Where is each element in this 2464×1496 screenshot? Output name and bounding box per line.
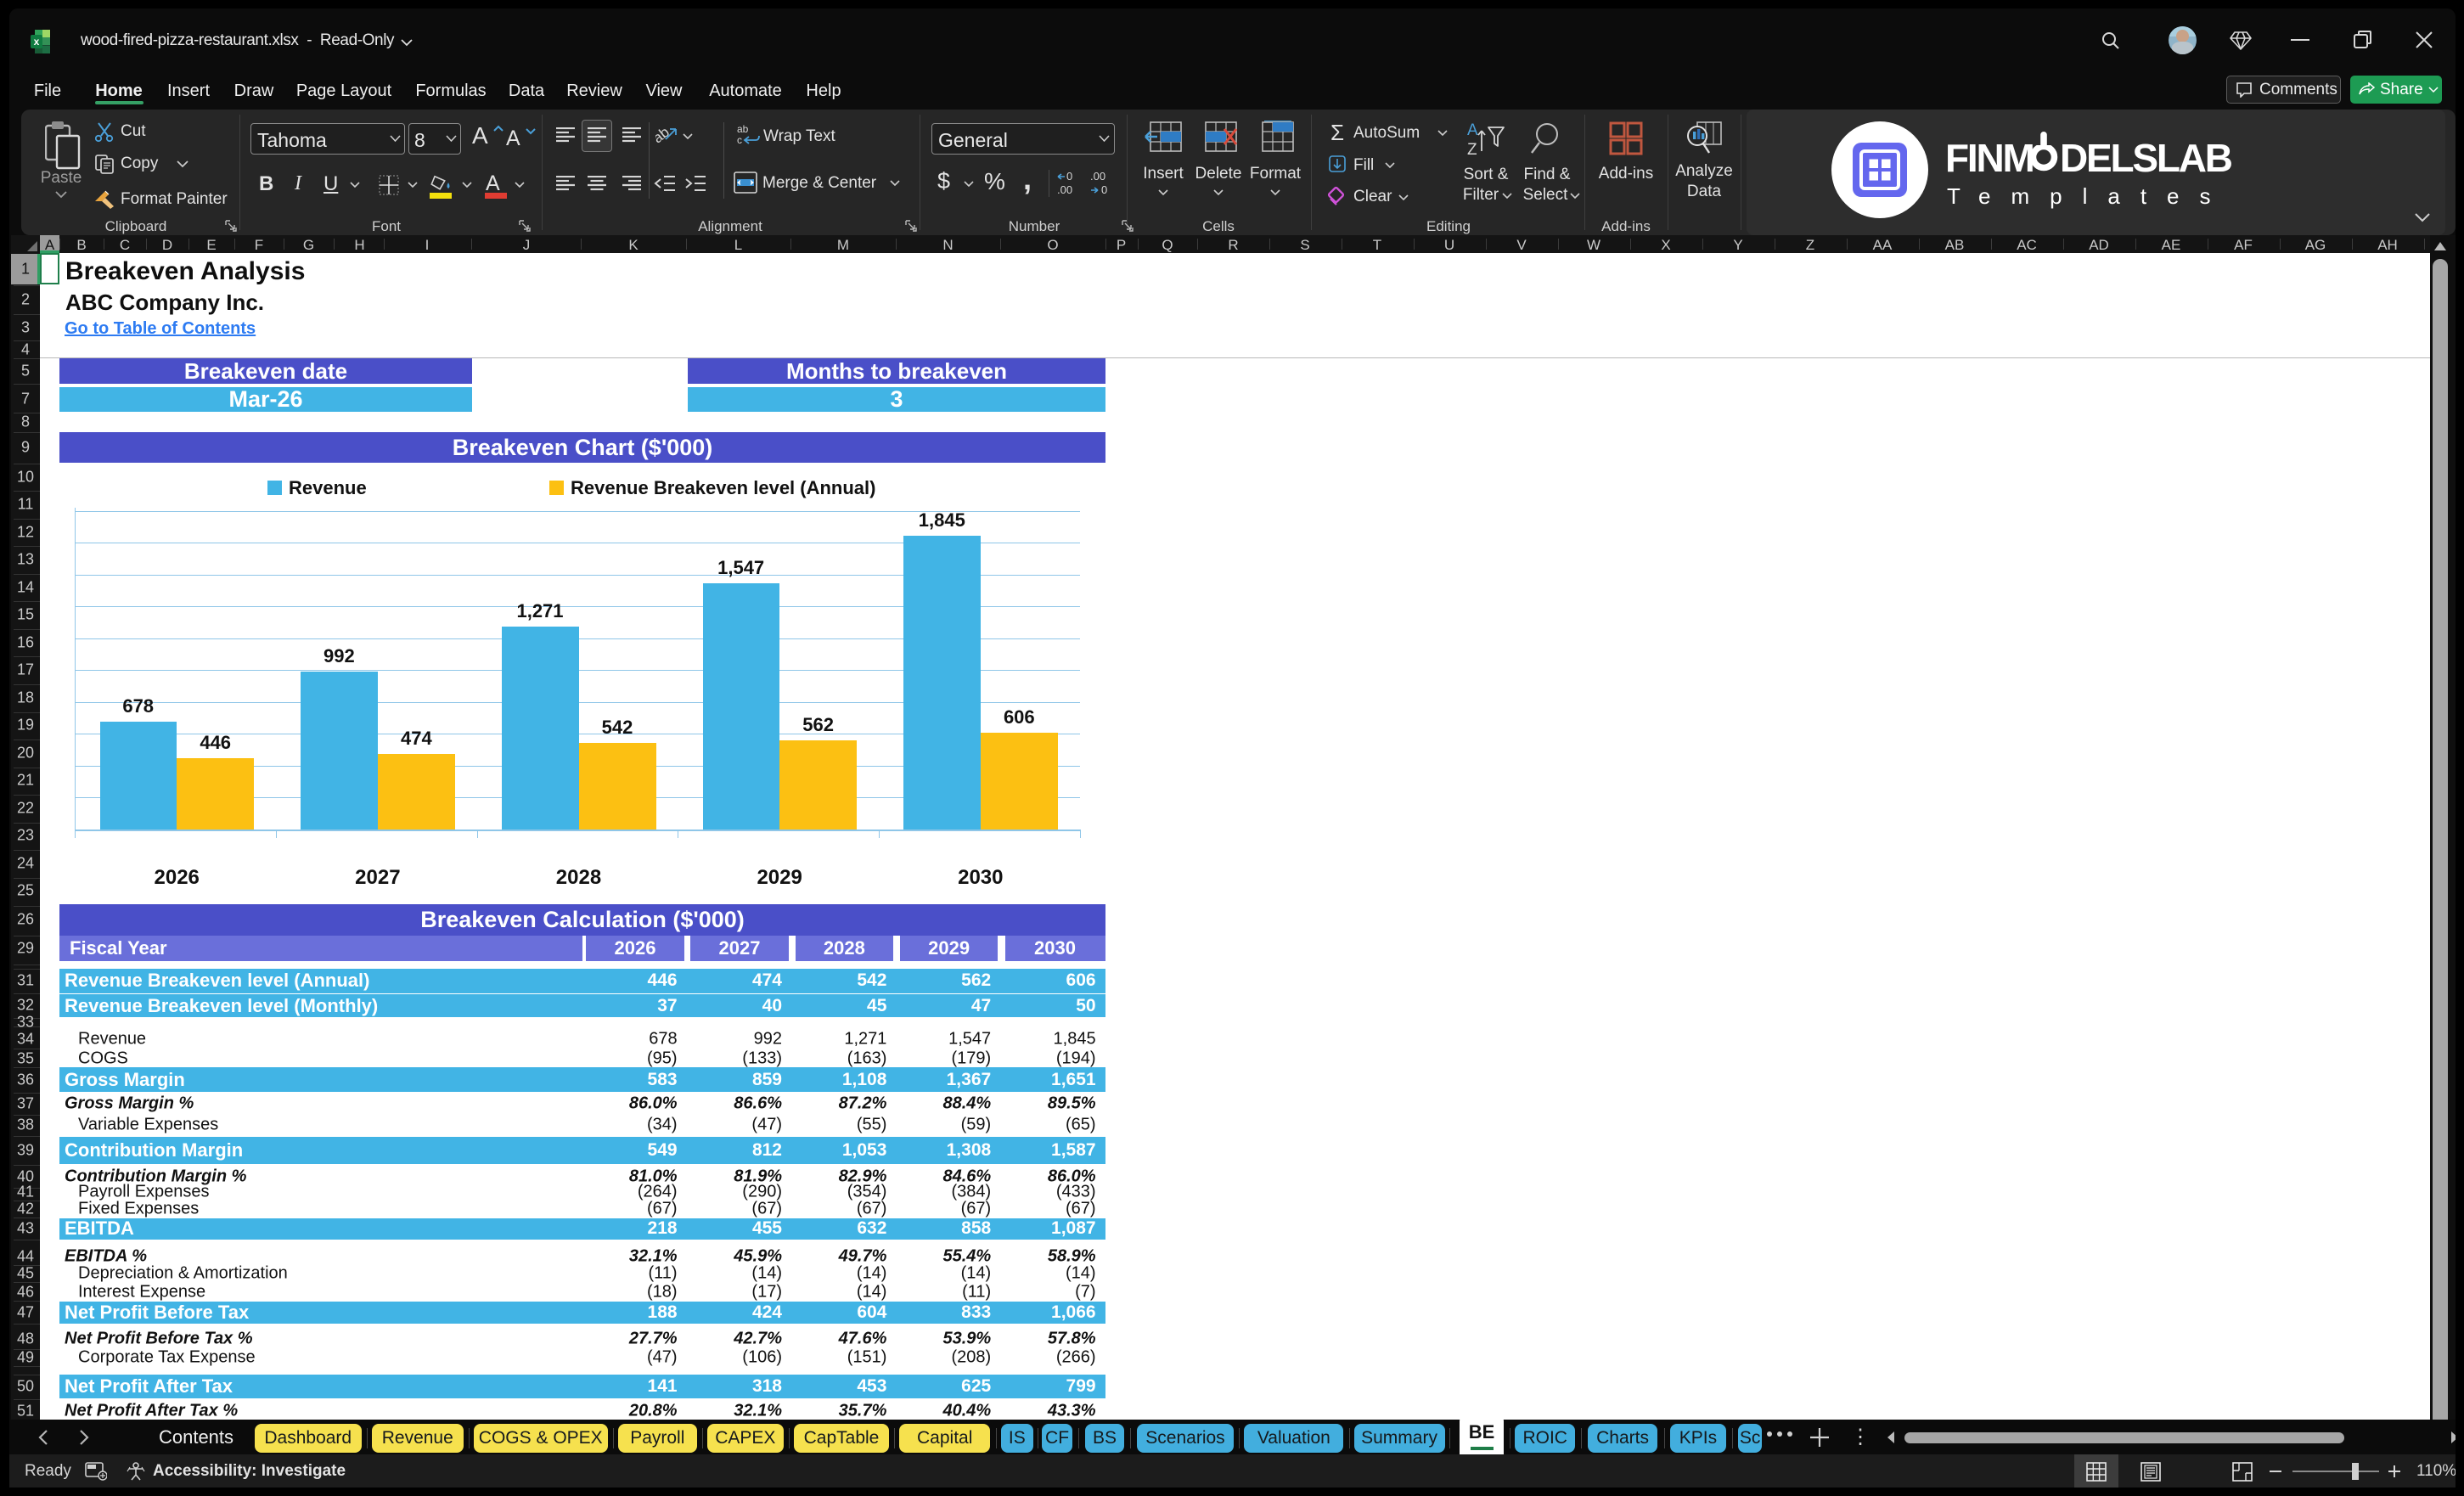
svg-text:ab: ab [737,123,749,135]
svg-text:.00: .00 [1057,183,1072,195]
svg-text:A: A [1467,121,1478,139]
svg-text:0: 0 [1101,183,1107,195]
svg-text:0: 0 [1066,170,1072,183]
svg-text:DELSLAB: DELSLAB [2060,136,2232,180]
svg-text:.00: .00 [1090,170,1105,183]
svg-text:x: x [34,36,40,48]
svg-text:c: c [737,134,742,146]
svg-text:Templates: Templates [1947,183,2231,209]
svg-text:FINM: FINM [1945,136,2034,180]
svg-text:Z: Z [1467,141,1477,158]
